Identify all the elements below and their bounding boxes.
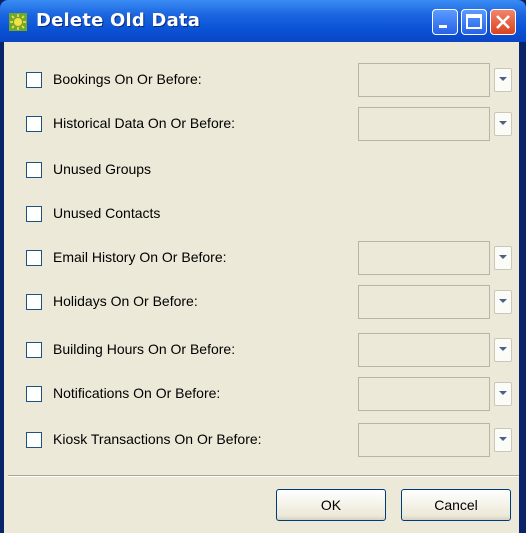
maximize-icon (466, 14, 482, 29)
chevron-down-icon (499, 121, 507, 125)
chevron-down-icon (499, 437, 507, 441)
ok-button[interactable]: OK (276, 489, 386, 521)
email-history-checkbox[interactable] (26, 250, 42, 266)
kiosk-transactions-label: Kiosk Transactions On Or Before: (53, 431, 262, 447)
minimize-icon (439, 25, 447, 28)
option-row-unused-contacts: Unused Contacts (4, 194, 519, 234)
close-icon (496, 15, 510, 29)
email-history-label: Email History On Or Before: (53, 249, 227, 265)
option-row-holidays: Holidays On Or Before: (4, 282, 519, 322)
holidays-checkbox[interactable] (26, 294, 42, 310)
option-row-notifications: Notifications On Or Before: (4, 374, 519, 414)
bookings-checkbox[interactable] (26, 72, 42, 88)
option-row-email-history: Email History On Or Before: (4, 238, 519, 278)
chevron-down-icon (499, 255, 507, 259)
option-row-unused-groups: Unused Groups (4, 150, 519, 190)
building-hours-label: Building Hours On Or Before: (53, 341, 236, 357)
option-row-building-hours: Building Hours On Or Before: (4, 330, 519, 370)
chevron-down-icon (499, 391, 507, 395)
holidays-date-dropdown[interactable] (494, 290, 512, 314)
kiosk-transactions-checkbox[interactable] (26, 432, 42, 448)
bookings-date-dropdown[interactable] (494, 68, 512, 92)
maximize-button[interactable] (461, 9, 487, 35)
email-history-date-field[interactable] (358, 241, 490, 275)
email-history-date-dropdown[interactable] (494, 246, 512, 270)
building-hours-checkbox[interactable] (26, 342, 42, 358)
chevron-down-icon (499, 299, 507, 303)
holidays-date-field[interactable] (358, 285, 490, 319)
close-button[interactable] (490, 9, 516, 35)
unused-groups-checkbox[interactable] (26, 162, 42, 178)
bookings-date-field[interactable] (358, 63, 490, 97)
minimize-button[interactable] (432, 9, 458, 35)
option-row-historical-data: Historical Data On Or Before: (4, 104, 519, 144)
kiosk-transactions-date-field[interactable] (358, 423, 490, 457)
notifications-label: Notifications On Or Before: (53, 385, 221, 401)
button-separator (8, 475, 519, 477)
dialog-body: Bookings On Or Before: Historical Data O… (4, 42, 519, 533)
bookings-label: Bookings On Or Before: (53, 71, 202, 87)
notifications-date-dropdown[interactable] (494, 382, 512, 406)
historical-data-label: Historical Data On Or Before: (53, 115, 236, 131)
unused-contacts-label: Unused Contacts (53, 205, 161, 221)
holidays-label: Holidays On Or Before: (53, 293, 198, 309)
title-bar[interactable]: Delete Old Data (0, 0, 526, 42)
window-title: Delete Old Data (36, 10, 201, 31)
unused-groups-label: Unused Groups (53, 161, 152, 177)
building-hours-date-field[interactable] (358, 333, 490, 367)
cancel-button[interactable]: Cancel (401, 489, 511, 521)
historical-data-date-field[interactable] (358, 107, 490, 141)
chevron-down-icon (499, 347, 507, 351)
notifications-checkbox[interactable] (26, 386, 42, 402)
historical-data-checkbox[interactable] (26, 116, 42, 132)
delete-old-data-window: Delete Old Data Bookings On Or Before: H… (0, 0, 526, 533)
building-hours-date-dropdown[interactable] (494, 338, 512, 362)
unused-contacts-checkbox[interactable] (26, 206, 42, 222)
option-row-kiosk-transactions: Kiosk Transactions On Or Before: (4, 420, 519, 460)
historical-data-date-dropdown[interactable] (494, 112, 512, 136)
option-row-bookings: Bookings On Or Before: (4, 60, 519, 100)
chevron-down-icon (499, 77, 507, 81)
kiosk-transactions-date-dropdown[interactable] (494, 428, 512, 452)
sunburst-icon (9, 13, 27, 31)
notifications-date-field[interactable] (358, 377, 490, 411)
